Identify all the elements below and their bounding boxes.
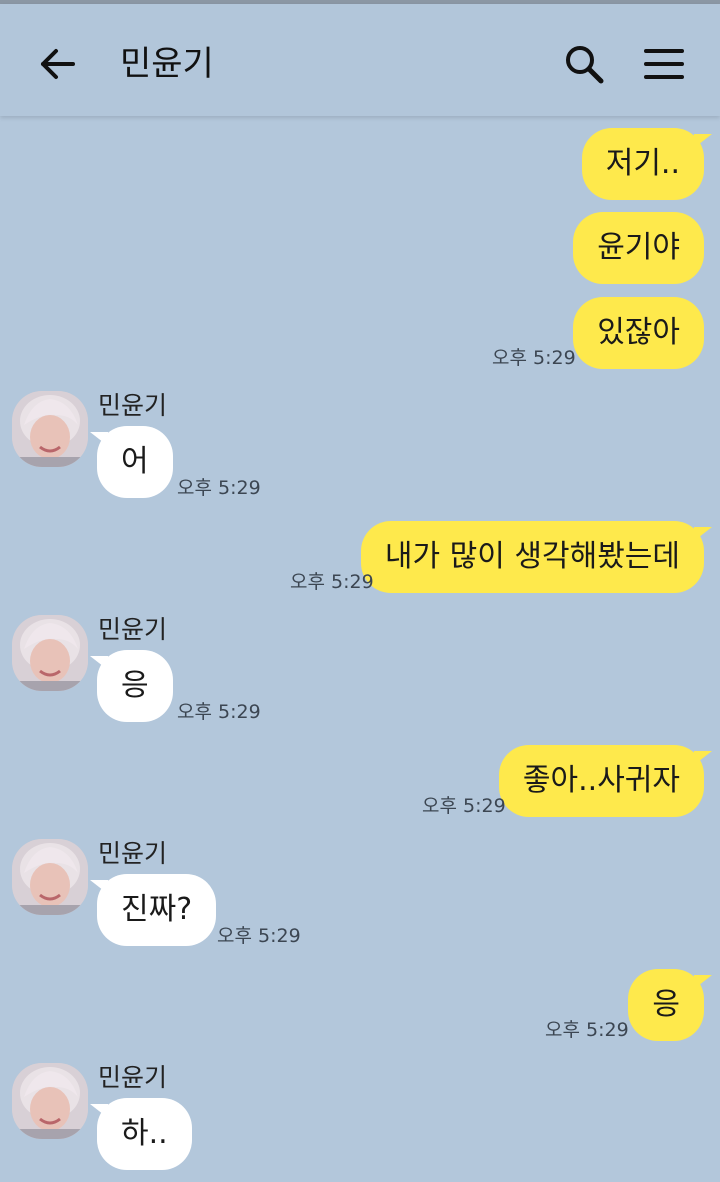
message-bubble-received[interactable]: 응 xyxy=(97,650,173,722)
sender-name: 민윤기 xyxy=(98,839,168,868)
message-bubble-sent[interactable]: 내가 많이 생각해봤는데 xyxy=(360,521,704,593)
search-icon xyxy=(566,46,604,84)
avatar[interactable] xyxy=(12,1063,88,1139)
message-timestamp: 오후 5:29 xyxy=(177,477,261,499)
profile-photo xyxy=(12,1063,88,1139)
profile-photo xyxy=(12,839,88,915)
message-timestamp: 오후 5:29 xyxy=(492,347,576,369)
message-timestamp: 오후 5:29 xyxy=(177,701,261,723)
message-timestamp: 오후 5:29 xyxy=(422,795,506,817)
message-bubble-received[interactable]: 어 xyxy=(97,426,173,498)
message-bubble-sent[interactable]: 응 xyxy=(628,969,704,1041)
search-button[interactable] xyxy=(556,36,612,92)
sender-name: 민윤기 xyxy=(98,1063,168,1092)
hamburger-menu-icon xyxy=(644,49,684,79)
message-bubble-sent[interactable]: 저기.. xyxy=(581,128,704,200)
message-timestamp: 오후 5:29 xyxy=(290,571,374,593)
message-bubble-sent[interactable]: 있잖아 xyxy=(573,297,704,369)
message-bubble-received[interactable]: 진짜? xyxy=(97,874,217,946)
avatar[interactable] xyxy=(12,839,88,915)
profile-photo xyxy=(12,615,88,691)
sender-name: 민윤기 xyxy=(98,391,168,420)
sender-name: 민윤기 xyxy=(98,615,168,644)
chat-header: 민윤기 xyxy=(0,4,720,116)
message-bubble-sent[interactable]: 좋아..사귀자 xyxy=(498,745,704,817)
profile-photo xyxy=(12,391,88,467)
chat-title: 민윤기 xyxy=(120,44,214,84)
avatar[interactable] xyxy=(12,615,88,691)
avatar[interactable] xyxy=(12,391,88,467)
menu-button[interactable] xyxy=(636,36,692,92)
message-timestamp: 오후 5:29 xyxy=(545,1019,629,1041)
message-bubble-sent[interactable]: 윤기야 xyxy=(573,212,704,284)
arrow-left-icon xyxy=(41,49,75,79)
back-button[interactable] xyxy=(32,38,84,90)
message-bubble-received[interactable]: 하.. xyxy=(97,1098,192,1170)
message-timestamp: 오후 5:29 xyxy=(217,925,301,947)
